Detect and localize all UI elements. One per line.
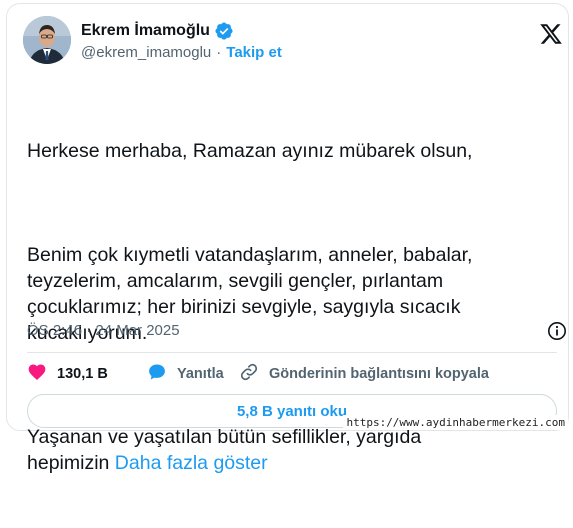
tweet-text: Herkese merhaba, Ramazan ayınız mübarek …	[27, 86, 547, 528]
avatar[interactable]	[23, 16, 71, 64]
x-logo-icon[interactable]	[539, 22, 563, 46]
watermark: https://www.aydinhabermerkezi.com	[343, 415, 568, 430]
show-more-link[interactable]: Daha fazla göster	[115, 452, 268, 474]
follow-button[interactable]: Takip et	[226, 44, 282, 61]
timestamp[interactable]: ÖS 2:46 · 24 Mar 2025	[27, 322, 180, 339]
tweet-paragraph-1: Herkese merhaba, Ramazan ayınız mübarek …	[27, 140, 473, 162]
copy-link-label: Gönderinin bağlantısını kopyala	[269, 366, 489, 382]
author-name[interactable]: Ekrem İmamoğlu	[81, 22, 210, 40]
speech-bubble-icon	[147, 362, 167, 386]
heart-icon	[27, 362, 47, 386]
reply-button[interactable]: Yanıtla	[147, 362, 239, 386]
reply-label: Yanıtla	[177, 366, 224, 382]
like-count: 130,1 B	[57, 366, 108, 382]
author-handle[interactable]: @ekrem_imamoglu	[81, 44, 211, 61]
divider	[27, 352, 557, 353]
copy-link-button[interactable]: Gönderinin bağlantısını kopyala	[239, 362, 489, 386]
verified-badge-icon	[214, 21, 234, 41]
tweet-paragraph-3: Yaşanan ve yaşatılan bütün sefillikler, …	[27, 424, 547, 476]
like-button[interactable]: 130,1 B	[27, 362, 147, 386]
author-handle-row: @ekrem_imamoglu · Takip et	[81, 44, 282, 61]
tweet-card: Ekrem İmamoğlu @ekrem_imamoglu · Takip e…	[6, 3, 569, 474]
link-icon	[239, 362, 259, 386]
info-icon[interactable]	[547, 321, 567, 341]
action-bar: 130,1 B Yanıtla Gönderinin bağlantısını …	[27, 362, 489, 386]
author-name-row: Ekrem İmamoğlu	[81, 21, 234, 41]
separator-dot: ·	[216, 44, 222, 61]
